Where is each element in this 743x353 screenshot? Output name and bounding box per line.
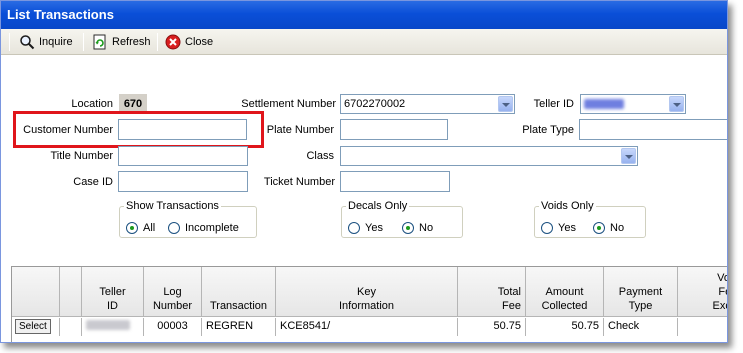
voids-only-group: Voids Only Yes No [534,200,646,238]
radio-selected-icon [593,222,605,234]
row-amount-collected: 50.75 [526,318,604,336]
toolbar-grip [9,33,10,51]
show-incomplete-radio[interactable]: Incomplete [168,222,239,234]
voids-yes-label: Yes [558,222,576,234]
class-label: Class [306,150,334,162]
decals-yes-radio[interactable]: Yes [348,222,383,234]
case-id-input[interactable] [118,171,248,192]
row-transaction: REGREN [202,318,276,336]
ticket-number-label: Ticket Number [263,176,335,188]
row-total-fee: 50.75 [458,318,526,336]
voids-yes-radio[interactable]: Yes [541,222,576,234]
plate-number-label: Plate Number [266,124,334,136]
voids-no-label: No [610,222,625,234]
refresh-label: Refresh [112,36,151,48]
plate-number-input[interactable] [340,119,448,140]
close-label: Close [185,36,214,48]
inquire-label: Inquire [39,36,73,48]
grid-header-payment-type[interactable]: Payment Type [604,267,678,317]
decals-only-legend: Decals Only [348,200,408,212]
grid-header-total-fee[interactable]: Total Fee [458,267,526,317]
inquire-button[interactable]: Inquire [19,33,73,51]
show-all-radio[interactable]: All [126,222,155,234]
chevron-down-icon[interactable] [498,96,513,112]
decals-yes-label: Yes [365,222,383,234]
select-row-button[interactable]: Select [15,319,51,334]
row-log-number: 00003 [144,318,202,336]
class-select[interactable] [340,146,638,166]
teller-id-redacted [86,320,130,330]
location-label: Location [71,98,113,110]
chevron-down-icon[interactable] [669,96,684,112]
refresh-icon [92,34,108,50]
list-transactions-window: List Transactions Inquire Refresh Close … [0,0,728,343]
teller-id-redacted [584,99,624,109]
radio-selected-icon [126,222,138,234]
decals-only-group: Decals Only Yes No [341,200,463,238]
row-key-information: KCE8541/ [276,318,458,336]
plate-type-label: Plate Type [522,124,574,136]
close-button[interactable]: Close [165,33,213,51]
grid-header-transaction[interactable]: Transaction [202,267,276,317]
row-payment-type: Check [604,318,678,336]
chevron-down-icon[interactable] [621,148,636,164]
grid-header-log-number[interactable]: Log Number [144,267,202,317]
close-icon [165,34,181,50]
voids-no-radio[interactable]: No [593,222,624,234]
radio-unselected-icon [541,222,553,234]
grid-header-teller-id[interactable]: Teller ID [82,267,144,317]
ticket-number-input[interactable] [340,171,450,192]
magnifier-icon [19,34,35,50]
toolbar: Inquire Refresh Close [1,29,727,55]
grid-header-void-fee-exception[interactable]: Voi Fe Exce [678,267,727,317]
show-incomplete-label: Incomplete [185,222,239,234]
grid-header-key-information[interactable]: Key Information [276,267,458,317]
case-id-label: Case ID [73,176,113,188]
show-transactions-legend: Show Transactions [126,200,219,212]
decals-no-label: No [419,222,434,234]
radio-unselected-icon [168,222,180,234]
radio-selected-icon [402,222,414,234]
grid-header-amount-collected[interactable]: Amount Collected [526,267,604,317]
teller-id-label: Teller ID [533,98,574,110]
customer-number-highlight [13,111,264,148]
toolbar-separator [83,33,84,51]
row-indicator [60,318,82,336]
row-teller-id [82,318,144,336]
grid-header-select [12,267,60,317]
window-title: List Transactions [1,1,727,29]
show-transactions-group: Show Transactions All Incomplete [119,200,257,238]
settlement-number-label: Settlement Number [241,98,336,110]
show-all-label: All [143,222,156,234]
title-number-label: Title Number [50,150,113,162]
settlement-number-value: 6702270002 [344,98,406,110]
grid-header-blank [60,267,82,317]
plate-type-input[interactable] [579,119,727,140]
settlement-number-select[interactable]: 6702270002 [340,94,515,114]
radio-unselected-icon [348,222,360,234]
transactions-grid: Teller ID Log Number Transaction Key Inf… [11,266,727,342]
refresh-button[interactable]: Refresh [92,33,151,51]
table-row[interactable]: Select [12,318,60,336]
decals-no-radio[interactable]: No [402,222,433,234]
title-number-input[interactable] [118,146,248,166]
voids-only-legend: Voids Only [541,200,594,212]
teller-id-select[interactable] [580,94,686,114]
toolbar-separator [157,33,158,51]
